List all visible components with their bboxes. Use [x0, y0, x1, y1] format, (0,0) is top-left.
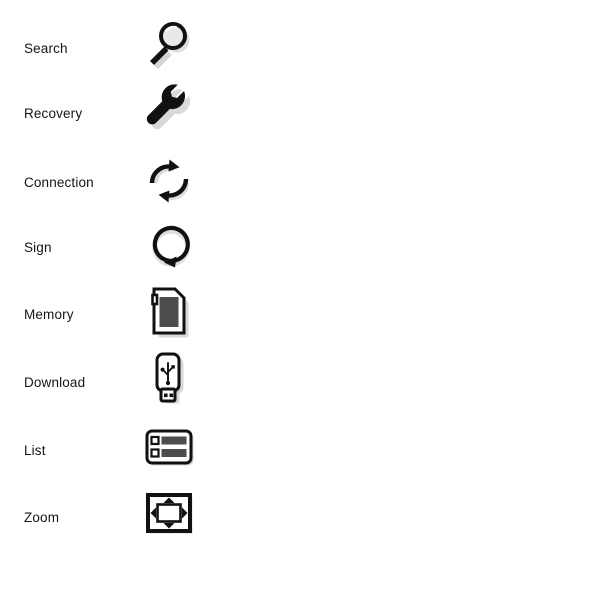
icon-row-forward[interactable]: Forward — [300, 230, 600, 290]
usb-drive-icon[interactable] — [142, 352, 198, 409]
icon-row-memory[interactable]: Memory — [0, 285, 300, 345]
sd-card-icon[interactable] — [142, 285, 198, 341]
icon-label-zoom: Zoom — [24, 510, 60, 526]
icon-label-list: List — [24, 443, 46, 459]
icon-row-search[interactable]: Search — [0, 19, 300, 79]
icon-row-time[interactable]: Time — [300, 296, 600, 356]
icon-row-download[interactable]: Download — [0, 352, 300, 413]
icon-label-sign: Sign — [24, 240, 52, 256]
icon-row-right[interactable]: Right — [300, 95, 600, 155]
list-rows-icon[interactable] — [142, 421, 198, 477]
refresh-cycle-icon[interactable] — [142, 153, 198, 209]
icon-label-recovery: Recovery — [24, 106, 83, 122]
icon-row-recovery[interactable]: Recovery — [0, 84, 300, 144]
wrench-icon[interactable] — [142, 84, 198, 140]
icon-reference-sheet: Search Recovery Connection Sign Memory D… — [0, 0, 600, 600]
icon-row-list[interactable]: List — [0, 421, 300, 481]
icon-label-memory: Memory — [24, 307, 74, 323]
rotate-loop-icon[interactable] — [142, 218, 198, 274]
magnifier-icon[interactable] — [142, 19, 198, 75]
icon-row-left[interactable]: Left — [300, 30, 600, 90]
icon-row-zoom[interactable]: Zoom — [0, 488, 300, 548]
icon-label-search: Search — [24, 41, 68, 57]
icon-row-back[interactable]: Back — [300, 163, 600, 223]
icon-label-download: Download — [24, 375, 86, 391]
zoom-resize-icon[interactable] — [142, 488, 198, 544]
icon-row-connection[interactable]: Connection — [0, 153, 300, 213]
icon-row-sign[interactable]: Sign — [0, 218, 300, 278]
icon-label-connection: Connection — [24, 175, 94, 191]
icon-row-calendar[interactable]: Calendar — [300, 363, 600, 423]
